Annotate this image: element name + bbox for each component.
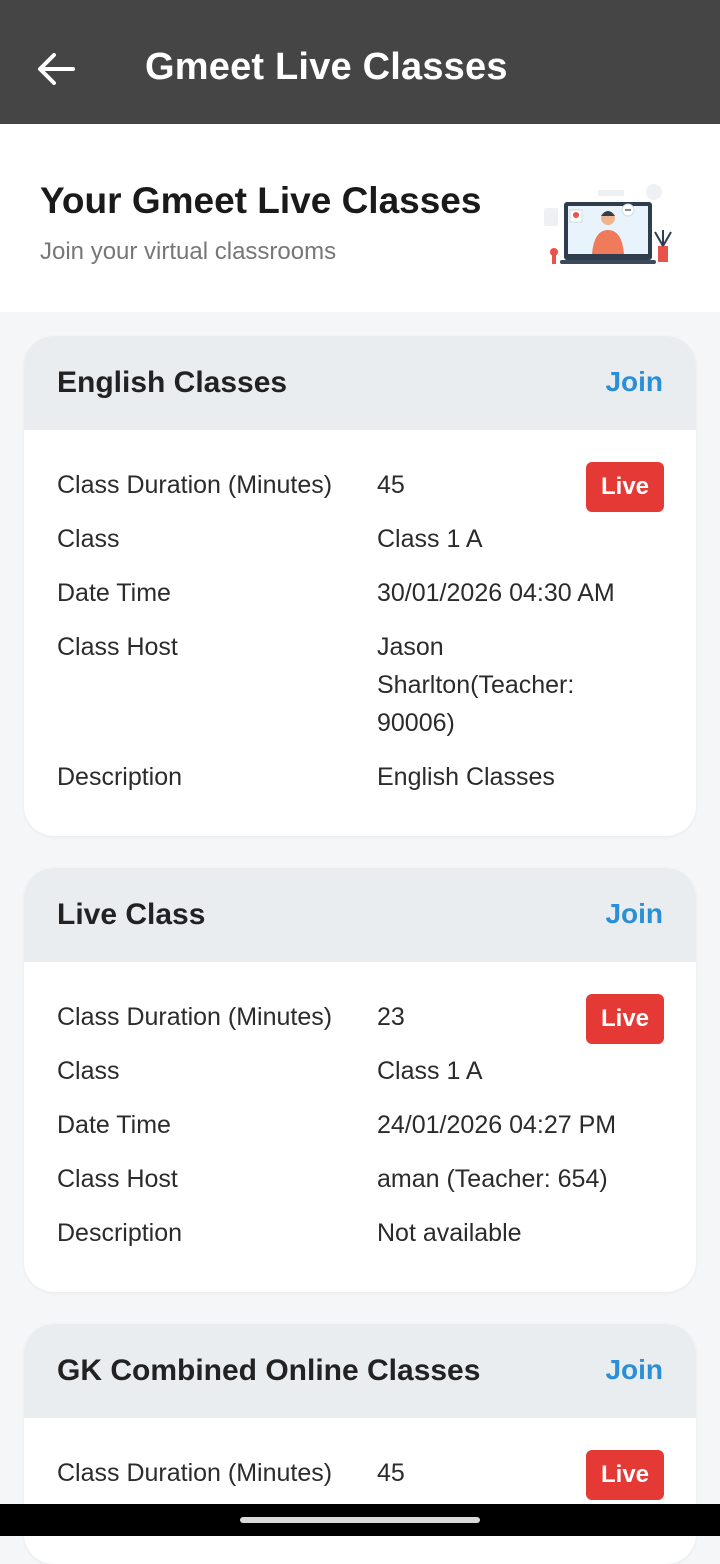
back-button[interactable] <box>28 44 84 94</box>
class-title: GK Combined Online Classes <box>57 1354 481 1387</box>
detail-row-class: Class Class 1 A <box>57 1052 663 1090</box>
system-nav-bar <box>0 1504 720 1536</box>
class-card-header: GK Combined Online Classes Join <box>24 1324 696 1418</box>
arrow-left-icon <box>38 53 75 85</box>
class-card: English Classes Join Live Class Duration… <box>24 336 696 836</box>
hero-subtitle: Join your virtual classrooms <box>40 238 337 265</box>
class-label: Class <box>57 1057 120 1085</box>
detail-row-duration: Class Duration (Minutes) 45 <box>57 1454 663 1492</box>
live-badge: Live <box>586 994 664 1044</box>
home-gesture-handle[interactable] <box>240 1517 480 1523</box>
join-button[interactable]: Join <box>605 366 663 398</box>
class-label: Class <box>57 525 120 553</box>
join-button[interactable]: Join <box>605 1354 663 1386</box>
join-button[interactable]: Join <box>605 898 663 930</box>
detail-row-host: Class Host Jason Sharlton(Teacher: 90006… <box>57 628 663 742</box>
duration-label: Class Duration (Minutes) <box>57 1459 333 1487</box>
duration-label: Class Duration (Minutes) <box>57 471 333 499</box>
teacher-video-call-illustration <box>544 184 672 264</box>
hero-title: Your Gmeet Live Classes <box>40 180 482 221</box>
class-value: Class 1 A <box>377 1057 483 1085</box>
class-title: English Classes <box>57 366 288 399</box>
detail-row-host: Class Host aman (Teacher: 654) <box>57 1160 663 1198</box>
class-value: Class 1 A <box>377 525 483 553</box>
live-badge: Live <box>586 1450 664 1500</box>
description-label: Description <box>57 1219 183 1247</box>
datetime-label: Date Time <box>57 579 171 607</box>
app-bar: Gmeet Live Classes <box>0 0 720 124</box>
page-title: Gmeet Live Classes <box>145 46 508 88</box>
detail-row-duration: Class Duration (Minutes) 23 <box>57 998 663 1036</box>
host-value: Jason Sharlton(Teacher: 90006) <box>377 633 575 737</box>
datetime-value: 30/01/2026 04:30 AM <box>377 579 615 607</box>
live-badge: Live <box>586 462 664 512</box>
class-card: Live Class Join Live Class Duration (Min… <box>24 868 696 1292</box>
class-card-header: Live Class Join <box>24 868 696 962</box>
duration-label: Class Duration (Minutes) <box>57 1003 333 1031</box>
description-value: Not available <box>377 1219 522 1247</box>
detail-row-datetime: Date Time 24/01/2026 04:27 PM <box>57 1106 663 1144</box>
host-label: Class Host <box>57 633 178 661</box>
class-details: Live Class Duration (Minutes) 23 Class C… <box>24 962 696 1282</box>
detail-row-datetime: Date Time 30/01/2026 04:30 AM <box>57 574 663 612</box>
class-details: Live Class Duration (Minutes) 45 Class C… <box>24 430 696 826</box>
detail-row-class: Class Class 1 A <box>57 520 663 558</box>
class-title: Live Class <box>57 898 206 931</box>
host-value: aman (Teacher: 654) <box>377 1165 608 1193</box>
class-card-header: English Classes Join <box>24 336 696 430</box>
description-label: Description <box>57 763 183 791</box>
detail-row-duration: Class Duration (Minutes) 45 <box>57 466 663 504</box>
detail-row-description: Description Not available <box>57 1214 663 1252</box>
datetime-label: Date Time <box>57 1111 171 1139</box>
datetime-value: 24/01/2026 04:27 PM <box>377 1111 617 1139</box>
hero-header: Your Gmeet Live Classes Join your virtua… <box>0 124 720 312</box>
description-value: English Classes <box>377 763 555 791</box>
host-label: Class Host <box>57 1165 178 1193</box>
detail-row-description: Description English Classes <box>57 758 663 796</box>
